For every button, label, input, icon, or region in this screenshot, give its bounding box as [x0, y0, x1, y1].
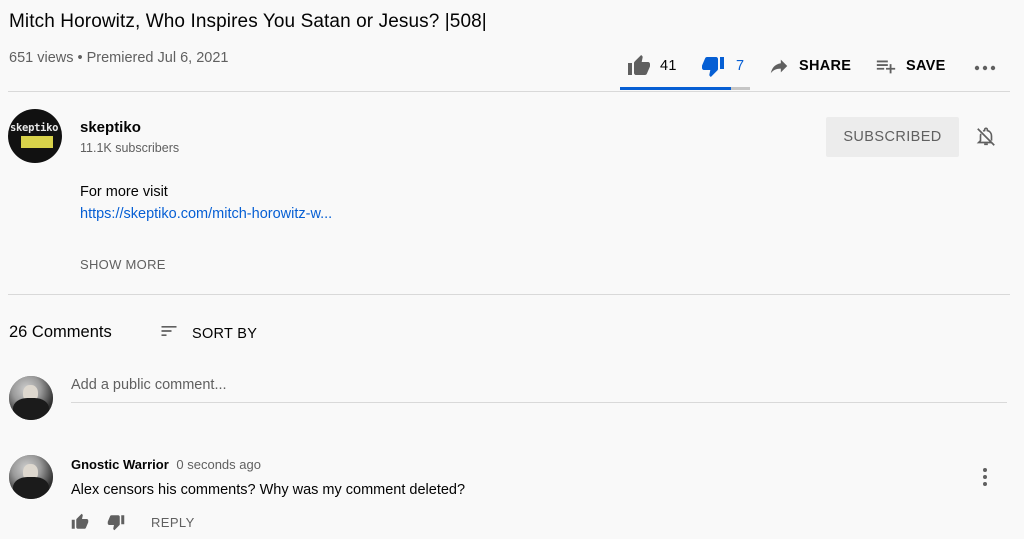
- thumb-down-icon: [700, 54, 726, 78]
- thumb-up-icon: [626, 54, 652, 78]
- dislike-button[interactable]: 7: [700, 51, 744, 81]
- sort-by-label: SORT BY: [192, 325, 258, 342]
- sort-icon: [158, 321, 180, 346]
- subscribed-button[interactable]: SUBSCRIBED: [826, 117, 959, 157]
- video-description: For more visit https://skeptiko.com/mitc…: [80, 181, 332, 225]
- channel-logo-banner: [21, 136, 53, 148]
- more-actions-button[interactable]: [972, 51, 998, 81]
- notification-bell-button[interactable]: [975, 126, 997, 153]
- reply-button[interactable]: REPLY: [151, 515, 195, 530]
- save-label: SAVE: [906, 58, 946, 74]
- bell-off-icon: [975, 127, 997, 152]
- add-comment-input[interactable]: Add a public comment...: [71, 375, 1007, 403]
- share-button[interactable]: SHARE: [767, 51, 851, 81]
- current-user-avatar: [9, 376, 53, 420]
- like-count: 41: [660, 58, 677, 74]
- video-title: Mitch Horowitz, Who Inspires You Satan o…: [9, 11, 487, 32]
- more-vertical-icon: [976, 468, 994, 492]
- thumb-down-icon: [106, 515, 126, 535]
- sentiment-bar-fill: [620, 87, 732, 90]
- share-label: SHARE: [799, 58, 852, 74]
- description-text: For more visit: [80, 184, 168, 200]
- comment-header: Gnostic Warrior 0 seconds ago: [71, 457, 261, 472]
- comment-dislike-button[interactable]: [106, 513, 126, 536]
- sentiment-bar: [620, 87, 750, 90]
- thumb-up-icon: [70, 513, 90, 535]
- channel-name[interactable]: skeptiko: [80, 119, 141, 136]
- subscriber-count: 11.1K subscribers: [80, 141, 180, 155]
- comment-author-avatar[interactable]: [9, 455, 53, 499]
- like-button[interactable]: 41: [626, 51, 677, 81]
- divider: [8, 91, 1010, 92]
- more-horizontal-icon: [972, 55, 998, 77]
- channel-avatar[interactable]: skeptiko: [8, 109, 62, 163]
- dislike-count: 7: [736, 58, 745, 74]
- divider: [8, 294, 1010, 295]
- comment-text: Alex censors his comments? Why was my co…: [71, 482, 466, 498]
- comment-menu-button[interactable]: [976, 466, 994, 493]
- sentiment-group: 41 7: [620, 46, 750, 90]
- comment-like-button[interactable]: [70, 513, 90, 536]
- show-more-button[interactable]: SHOW MORE: [80, 257, 166, 272]
- share-arrow-icon: [767, 55, 791, 77]
- channel-logo-text: skeptiko: [10, 122, 59, 134]
- video-meta: 651 views • Premiered Jul 6, 2021: [9, 50, 229, 66]
- comment-timestamp[interactable]: 0 seconds ago: [176, 457, 261, 472]
- description-link[interactable]: https://skeptiko.com/mitch-horowitz-w...: [80, 203, 332, 225]
- sort-by-button[interactable]: SORT BY: [158, 321, 257, 346]
- comment-author-name[interactable]: Gnostic Warrior: [71, 457, 169, 472]
- save-button[interactable]: SAVE: [874, 51, 946, 81]
- comments-count: 26 Comments: [9, 323, 112, 341]
- playlist-add-icon: [874, 55, 898, 77]
